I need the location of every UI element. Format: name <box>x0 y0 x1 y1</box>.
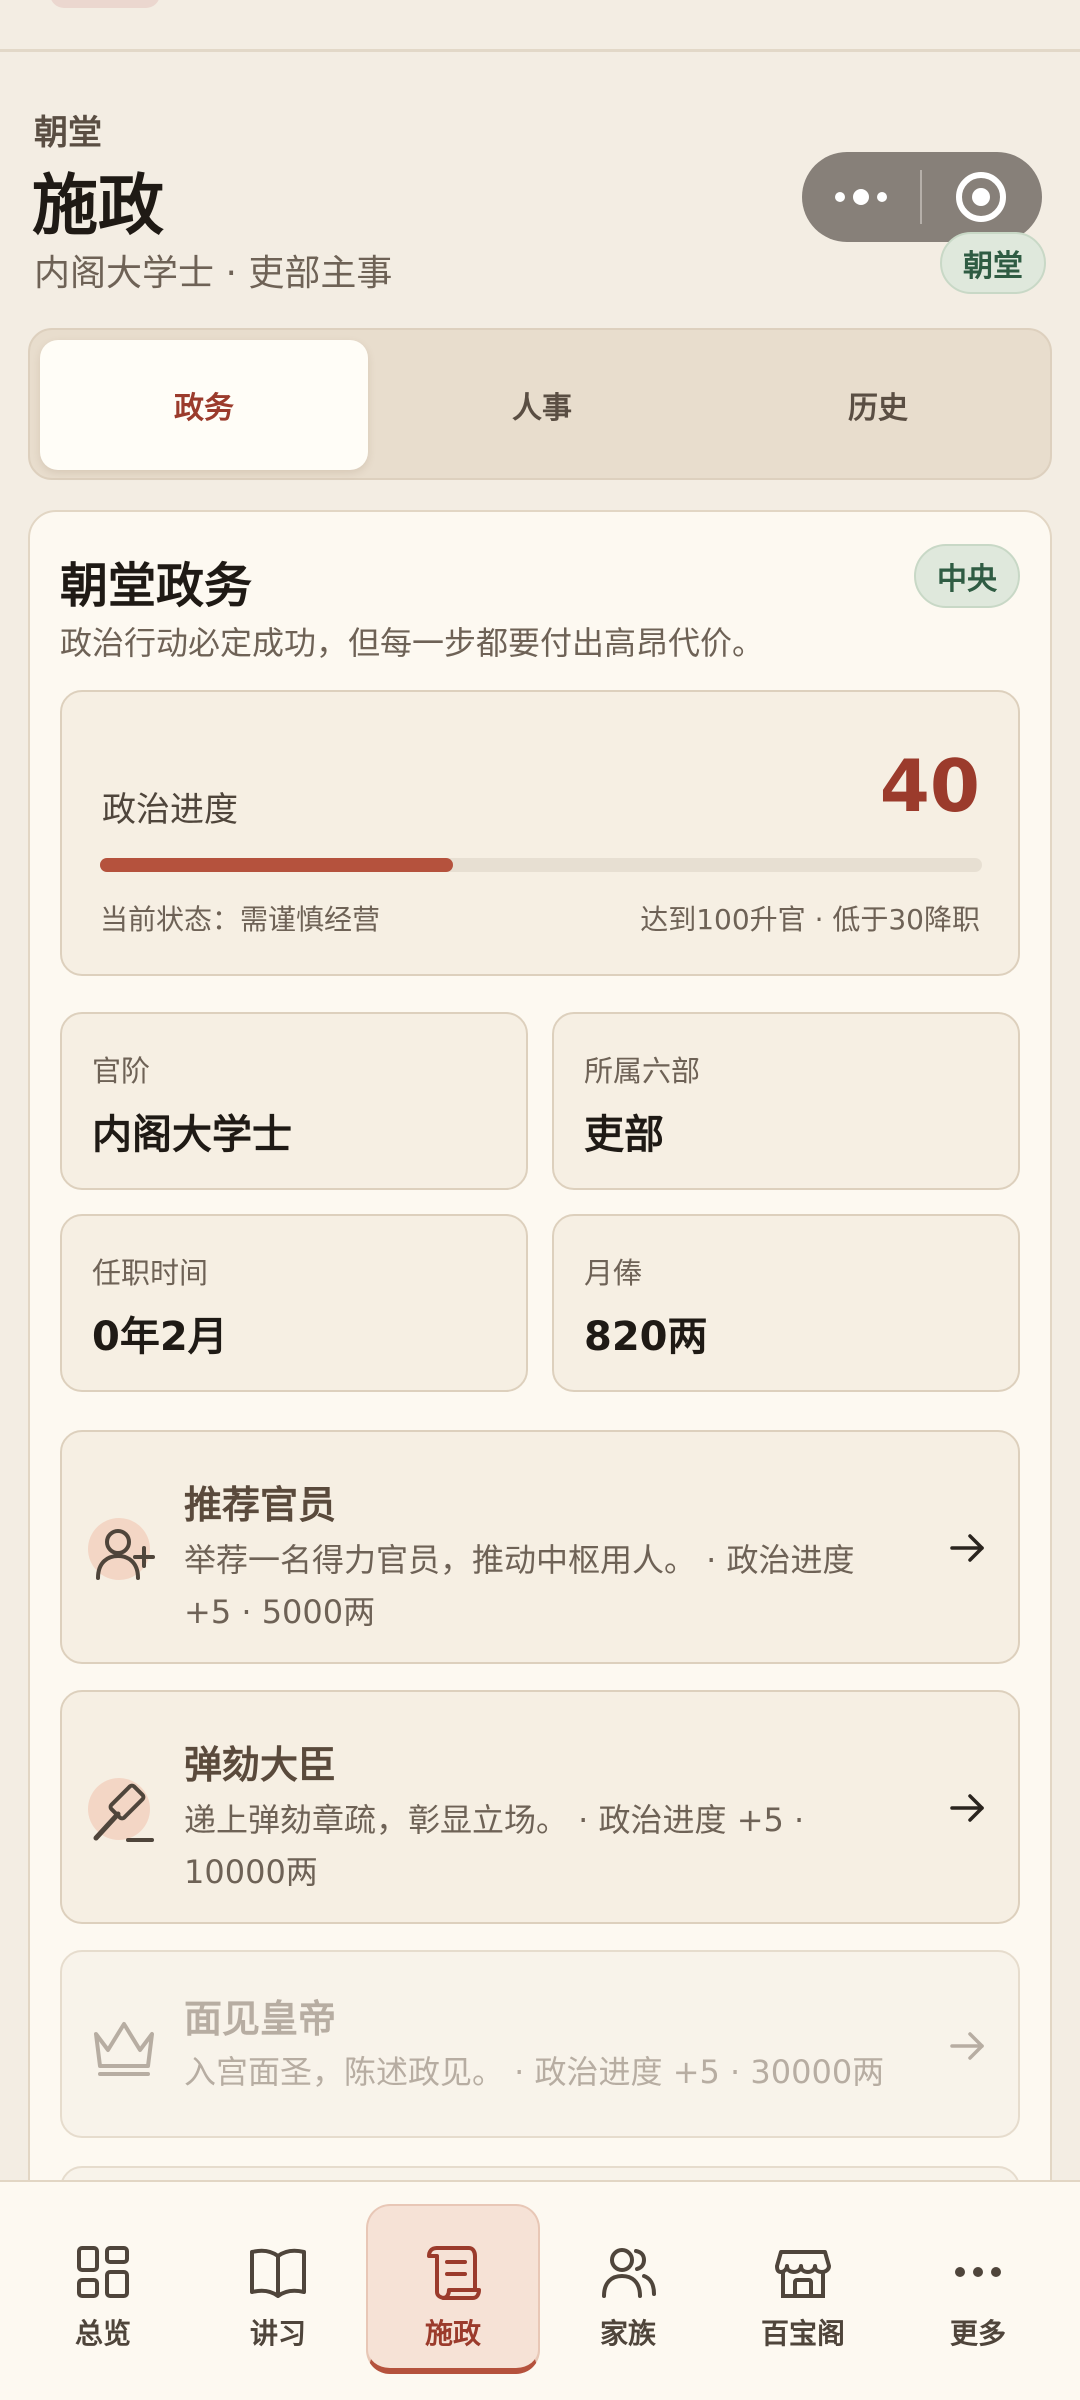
tab-affairs[interactable]: 政务 <box>40 340 368 470</box>
nav-governance[interactable]: 施政 <box>368 2180 538 2400</box>
top-pill <box>50 0 160 8</box>
nav-treasure-pavilion[interactable]: 百宝阁 <box>718 2180 888 2400</box>
stat-label: 月俸 <box>584 1256 643 1290</box>
nav-overview[interactable]: 总览 <box>18 2180 188 2400</box>
progress-value: 40 <box>879 744 980 828</box>
page-title: 施政 <box>32 166 164 244</box>
nav-label: 更多 <box>949 2317 1006 2350</box>
people-icon <box>602 2248 656 2298</box>
court-badge: 朝堂 <box>940 232 1046 294</box>
stat-rank: 官阶 内阁大学士 <box>60 1012 528 1190</box>
progress-rule: 达到100升官 · 低于30降职 <box>640 903 980 936</box>
tab-personnel[interactable]: 人事 <box>378 340 706 470</box>
nav-label: 讲习 <box>249 2317 306 2350</box>
close-miniprogram-button[interactable] <box>922 172 1040 222</box>
stat-value: 内阁大学士 <box>92 1112 292 1158</box>
grid-icon <box>77 2246 129 2298</box>
shop-icon <box>775 2250 831 2298</box>
stat-value: 820两 <box>584 1314 708 1360</box>
target-icon <box>956 172 1006 222</box>
nav-more[interactable]: 更多 <box>893 2180 1063 2400</box>
action-meet-emperor[interactable]: 面见皇帝 入宫面圣，陈述政见。 · 政治进度 +5 · 30000两 <box>60 1950 1020 2138</box>
nav-label: 总览 <box>74 2317 131 2350</box>
central-badge: 中央 <box>914 544 1020 608</box>
action-desc: 举荐一名得力官员，推动中枢用人。 · 政治进度 +5 · 5000两 <box>184 1541 855 1631</box>
progress-panel: 政治进度 40 当前状态：需谨慎经营 达到100升官 · 低于30降职 <box>60 690 1020 976</box>
card-title: 朝堂政务 <box>60 558 253 614</box>
action-desc: 入宫面圣，陈述政见。 · 政治进度 +5 · 30000两 <box>184 2053 885 2091</box>
crown-icon <box>88 2010 160 2082</box>
action-title: 面见皇帝 <box>184 1997 337 2041</box>
stat-label: 官阶 <box>92 1054 151 1088</box>
stat-value: 吏部 <box>584 1112 664 1158</box>
action-desc: 递上弹劾章疏，彰显立场。 · 政治进度 +5 · 10000两 <box>184 1801 805 1891</box>
nav-label: 家族 <box>599 2317 656 2350</box>
stat-tenure: 任职时间 0年2月 <box>60 1214 528 1392</box>
progress-label: 政治进度 <box>102 790 238 830</box>
user-plus-icon <box>88 1518 160 1590</box>
segmented-tabs: 政务 人事 历史 <box>28 328 1052 480</box>
progress-fill <box>100 858 453 872</box>
action-recommend-official[interactable]: 推荐官员 举荐一名得力官员，推动中枢用人。 · 政治进度 +5 · 5000两 <box>60 1430 1020 1664</box>
gavel-icon <box>88 1778 160 1850</box>
more-icon <box>955 2267 1001 2277</box>
nav-label: 百宝阁 <box>760 2317 845 2350</box>
top-strip <box>0 0 1080 52</box>
scroll-icon <box>427 2246 481 2300</box>
action-title: 推荐官员 <box>184 1483 337 1527</box>
book-icon <box>250 2248 306 2298</box>
action-title: 弹劾大臣 <box>184 1743 337 1787</box>
arrow-right-icon <box>950 1534 984 1562</box>
stat-salary: 月俸 820两 <box>552 1214 1020 1392</box>
nav-family[interactable]: 家族 <box>543 2180 713 2400</box>
page: 朝堂 施政 内阁大学士 · 吏部主事 朝堂 政务 人事 历史 朝堂政务 政治行动… <box>0 0 1080 2400</box>
progress-status: 当前状态：需谨慎经营 <box>100 903 381 936</box>
tab-history[interactable]: 历史 <box>714 340 1042 470</box>
stat-label: 所属六部 <box>584 1054 701 1088</box>
progress-track <box>100 858 982 872</box>
arrow-right-icon <box>950 1794 984 1822</box>
more-options-button[interactable] <box>802 189 920 205</box>
card-subtitle: 政治行动必定成功，但每一步都要付出高昂代价。 <box>60 624 765 662</box>
arrow-right-icon <box>950 2032 984 2060</box>
nav-label: 施政 <box>424 2317 481 2350</box>
miniprogram-capsule <box>802 152 1042 242</box>
stat-label: 任职时间 <box>92 1256 209 1290</box>
page-subtitle: 内阁大学士 · 吏部主事 <box>34 253 393 294</box>
action-impeach-minister[interactable]: 弹劾大臣 递上弹劾章疏，彰显立场。 · 政治进度 +5 · 10000两 <box>60 1690 1020 1924</box>
nav-lectures[interactable]: 讲习 <box>193 2180 363 2400</box>
stat-value: 0年2月 <box>92 1314 228 1360</box>
stat-ministry: 所属六部 吏部 <box>552 1012 1020 1190</box>
header-kicker: 朝堂 <box>34 113 102 153</box>
